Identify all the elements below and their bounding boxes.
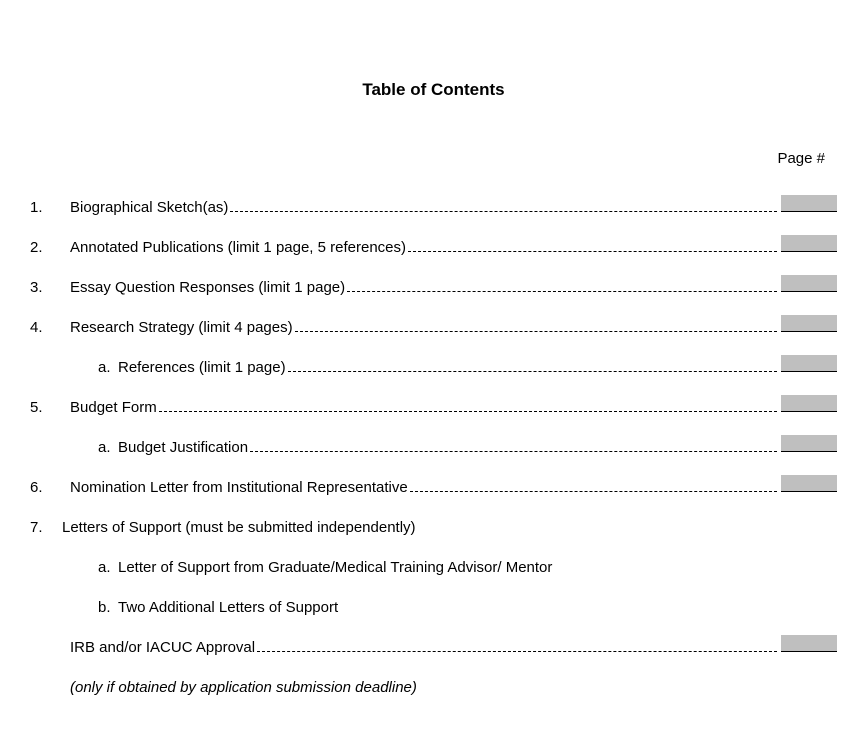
toc-item-4: 4. Research Strategy (limit 4 pages) xyxy=(30,315,837,340)
toc-item-7b: b. Two Additional Letters of Support xyxy=(30,595,837,620)
item-label: Two Additional Letters of Support xyxy=(118,596,338,620)
toc-item-irb-note: (only if obtained by application submiss… xyxy=(30,675,837,700)
item-label: Nomination Letter from Institutional Rep… xyxy=(70,476,408,500)
page-number-field[interactable] xyxy=(781,195,837,212)
leader-line xyxy=(408,251,777,252)
page-number-field[interactable] xyxy=(781,235,837,252)
item-note: (only if obtained by application submiss… xyxy=(70,676,417,700)
leader-line xyxy=(288,371,777,372)
toc-item-4a: a. References (limit 1 page) xyxy=(30,355,837,380)
leader-line xyxy=(257,651,777,652)
item-number: 2. xyxy=(30,236,54,260)
page-number-field[interactable] xyxy=(781,315,837,332)
page-number-field[interactable] xyxy=(781,395,837,412)
page-number-field[interactable] xyxy=(781,635,837,652)
leader-line xyxy=(347,291,777,292)
toc-item-3: 3. Essay Question Responses (limit 1 pag… xyxy=(30,275,837,300)
toc-item-6: 6. Nomination Letter from Institutional … xyxy=(30,475,837,500)
toc-item-5: 5. Budget Form xyxy=(30,395,837,420)
sub-letter: a. xyxy=(98,356,118,380)
table-of-contents: 1. Biographical Sketch(as) 2. Annotated … xyxy=(30,195,837,700)
page-title: Table of Contents xyxy=(30,80,837,100)
sub-letter: a. xyxy=(98,436,118,460)
item-label: Letters of Support (must be submitted in… xyxy=(62,516,416,540)
page-number-field[interactable] xyxy=(781,275,837,292)
toc-item-2: 2. Annotated Publications (limit 1 page,… xyxy=(30,235,837,260)
sub-letter: a. xyxy=(98,556,118,580)
item-label: Biographical Sketch(as) xyxy=(70,196,228,220)
item-label: Annotated Publications (limit 1 page, 5 … xyxy=(70,236,406,260)
item-number: 6. xyxy=(30,476,54,500)
item-number: 1. xyxy=(30,196,54,220)
toc-item-5a: a. Budget Justification xyxy=(30,435,837,460)
leader-line xyxy=(250,451,777,452)
item-label: Essay Question Responses (limit 1 page) xyxy=(70,276,345,300)
leader-line xyxy=(410,491,777,492)
item-number: 3. xyxy=(30,276,54,300)
toc-item-1: 1. Biographical Sketch(as) xyxy=(30,195,837,220)
page-number-field[interactable] xyxy=(781,475,837,492)
item-label: Budget Justification xyxy=(118,436,248,460)
toc-item-irb: IRB and/or IACUC Approval xyxy=(30,635,837,660)
item-label: References (limit 1 page) xyxy=(118,356,286,380)
page-number-field[interactable] xyxy=(781,435,837,452)
page-number-header: Page # xyxy=(30,150,837,167)
item-number: 5. xyxy=(30,396,54,420)
item-number: 7. xyxy=(30,516,54,540)
item-label: Research Strategy (limit 4 pages) xyxy=(70,316,293,340)
page-number-field[interactable] xyxy=(781,355,837,372)
sub-letter: b. xyxy=(98,596,118,620)
item-number: 4. xyxy=(30,316,54,340)
item-label: Budget Form xyxy=(70,396,157,420)
leader-line xyxy=(159,411,777,412)
toc-item-7: 7. Letters of Support (must be submitted… xyxy=(30,515,837,540)
leader-line xyxy=(230,211,777,212)
item-label: IRB and/or IACUC Approval xyxy=(70,636,255,660)
item-label: Letter of Support from Graduate/Medical … xyxy=(118,556,552,580)
leader-line xyxy=(295,331,777,332)
toc-item-7a: a. Letter of Support from Graduate/Medic… xyxy=(30,555,837,580)
